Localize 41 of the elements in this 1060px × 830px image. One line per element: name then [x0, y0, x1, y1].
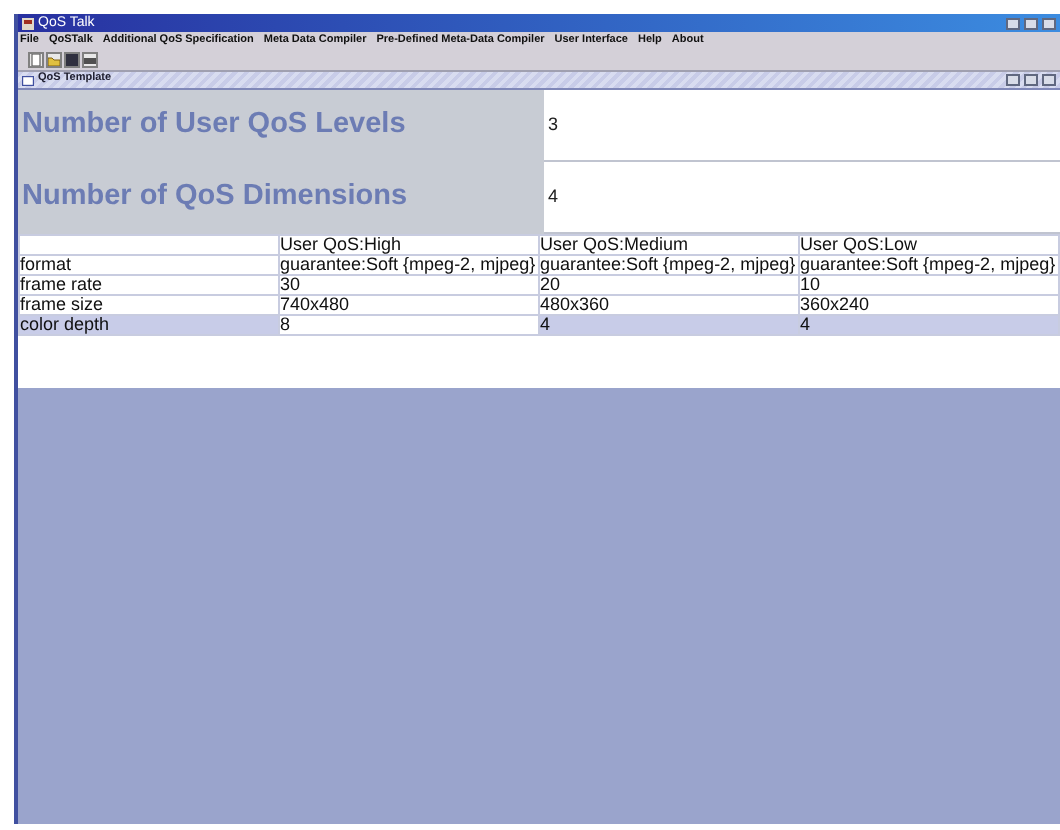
table-cell: guarantee:Soft {mpeg-2, mjpeg} [800, 254, 1056, 274]
table-row[interactable]: frame size 740x480 480x360 360x240 [19, 295, 1059, 315]
app-icon [22, 17, 34, 29]
table-cell: 480x360 [540, 294, 610, 314]
table-cell: color depth [20, 314, 110, 334]
close-button[interactable] [1042, 74, 1056, 86]
table-cell: 10 [800, 274, 821, 294]
table-cell: 8 [280, 314, 291, 334]
maximize-button[interactable] [1024, 17, 1038, 29]
table-cell: 740x480 [280, 294, 350, 314]
table-cell: 4 [540, 314, 551, 334]
frame-icon [22, 75, 34, 85]
table-row[interactable]: format guarantee:Soft {mpeg-2, mjpeg} guarantee:Soft {mpeg-2, mjpeg} guarantee:Soft {mpeg-2, mjpeg} [19, 255, 1059, 275]
table-cell: 30 [280, 274, 301, 294]
setting-label: Number of QoS Dimensions [18, 162, 544, 234]
new-file-button[interactable] [28, 52, 44, 68]
table-row[interactable]: color depth 8 4 4 [19, 315, 1059, 335]
open-folder-icon [48, 54, 60, 66]
save-button[interactable] [64, 52, 80, 68]
print-icon [84, 54, 96, 66]
column-header: User QoS:High [280, 234, 402, 254]
maximize-button[interactable] [1024, 74, 1038, 86]
column-header: User QoS:Low [800, 234, 918, 254]
table-cell: 4 [800, 314, 811, 334]
table-cell: guarantee:Soft {mpeg-2, mjpeg} [280, 254, 536, 274]
table-cell: frame size [20, 294, 104, 314]
table-cell: frame rate [20, 274, 103, 294]
table-cell: format [20, 254, 72, 274]
open-folder-button[interactable] [46, 52, 62, 68]
table-cell: guarantee:Soft {mpeg-2, mjpeg} [540, 254, 796, 274]
close-button[interactable] [1042, 17, 1056, 29]
column-header: User QoS:Medium [540, 234, 689, 254]
table-row[interactable]: frame rate 30 20 10 [19, 275, 1059, 295]
setting-label: Number of User QoS Levels [18, 90, 544, 162]
minimize-button[interactable] [1006, 74, 1020, 86]
table-cell: 360x240 [800, 294, 870, 314]
table-cell: 20 [540, 274, 561, 294]
save-icon [66, 54, 78, 66]
new-file-icon [30, 54, 42, 66]
print-button[interactable] [82, 52, 98, 68]
minimize-button[interactable] [1006, 17, 1020, 29]
